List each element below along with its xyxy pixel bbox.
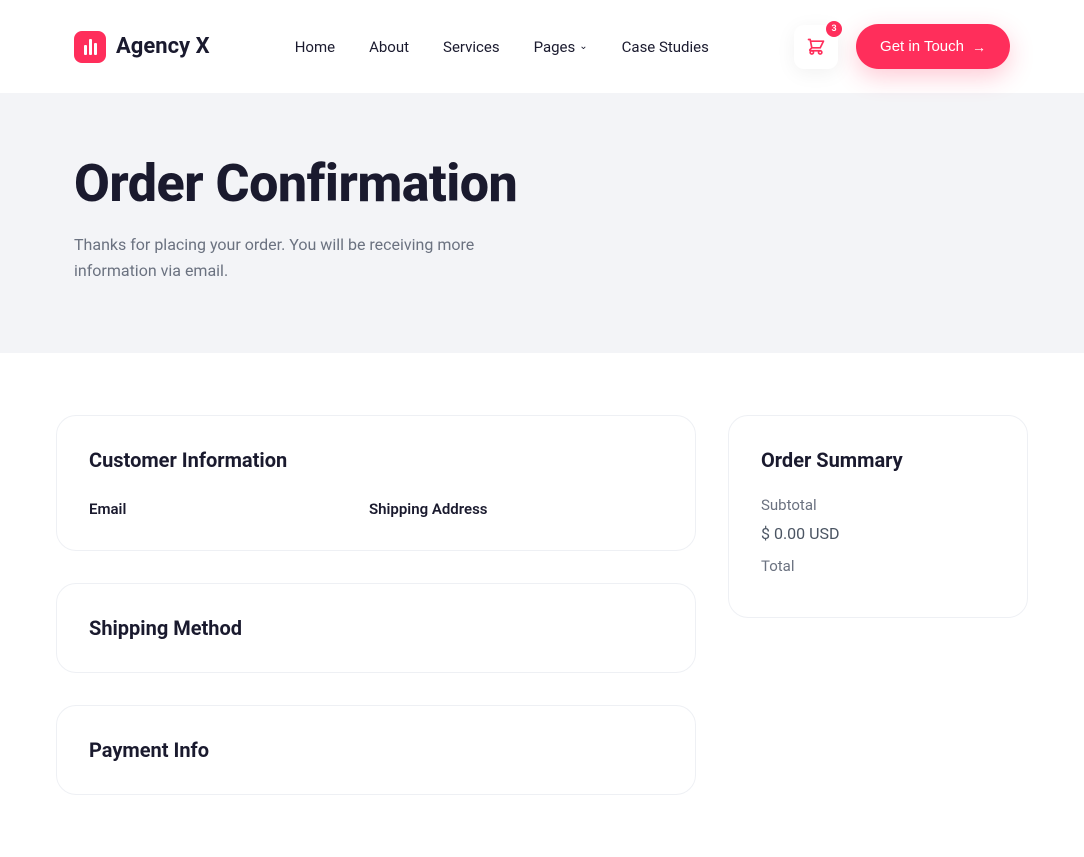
nav-about[interactable]: About	[369, 38, 409, 56]
arrow-right-icon: →	[972, 39, 986, 55]
nav-case-studies-label: Case Studies	[622, 38, 709, 56]
chevron-down-icon: ⌄	[579, 41, 587, 52]
main-nav: Home About Services Pages ⌄ Case Studies	[295, 38, 709, 56]
cart-button[interactable]: 3	[794, 25, 838, 69]
subtotal-label: Subtotal	[761, 496, 995, 514]
main-column: Customer Information Email Shipping Addr…	[56, 415, 696, 795]
cart-icon	[806, 37, 826, 57]
shipping-column: Shipping Address	[369, 500, 488, 518]
nav-services[interactable]: Services	[443, 38, 500, 56]
hero-section: Order Confirmation Thanks for placing yo…	[0, 93, 1084, 353]
header-actions: 3 Get in Touch →	[794, 24, 1010, 69]
customer-info-title: Customer Information	[89, 448, 663, 472]
shipping-method-title: Shipping Method	[89, 616, 663, 640]
page-title: Order Confirmation	[74, 153, 1010, 214]
nav-pages[interactable]: Pages ⌄	[534, 38, 588, 56]
order-summary-title: Order Summary	[761, 448, 995, 472]
logo-icon	[74, 31, 106, 63]
cart-badge: 3	[826, 21, 842, 37]
payment-info-card: Payment Info	[56, 705, 696, 795]
nav-case-studies[interactable]: Case Studies	[622, 38, 709, 56]
logo[interactable]: Agency X	[74, 31, 210, 63]
nav-home-label: Home	[295, 38, 335, 56]
nav-home[interactable]: Home	[295, 38, 335, 56]
email-label: Email	[89, 500, 289, 518]
sidebar-column: Order Summary Subtotal $ 0.00 USD Total	[728, 415, 1028, 618]
subtotal-value: $ 0.00 USD	[761, 524, 995, 543]
cta-label: Get in Touch	[880, 38, 964, 55]
total-label: Total	[761, 557, 995, 575]
customer-info-card: Customer Information Email Shipping Addr…	[56, 415, 696, 551]
nav-services-label: Services	[443, 38, 500, 56]
shipping-address-label: Shipping Address	[369, 500, 488, 518]
nav-about-label: About	[369, 38, 409, 56]
header: Agency X Home About Services Pages ⌄ Cas…	[0, 0, 1084, 93]
logo-text: Agency X	[116, 34, 210, 59]
get-in-touch-button[interactable]: Get in Touch →	[856, 24, 1010, 69]
customer-info-row: Email Shipping Address	[89, 500, 663, 518]
shipping-method-card: Shipping Method	[56, 583, 696, 673]
email-column: Email	[89, 500, 289, 518]
order-summary-card: Order Summary Subtotal $ 0.00 USD Total	[728, 415, 1028, 618]
page-subtitle: Thanks for placing your order. You will …	[74, 232, 514, 283]
payment-info-title: Payment Info	[89, 738, 663, 762]
content-section: Customer Information Email Shipping Addr…	[0, 353, 1084, 857]
nav-pages-label: Pages	[534, 38, 576, 56]
